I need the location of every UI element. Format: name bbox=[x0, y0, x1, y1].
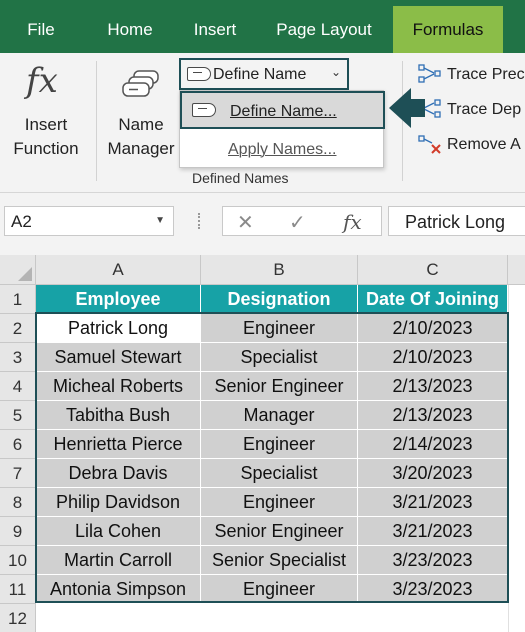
table-cell[interactable]: 3/20/2023 bbox=[358, 459, 508, 488]
table-cell[interactable]: Engineer bbox=[201, 575, 358, 604]
ribbon-tab-bar: File Home Insert Page Layout Formulas bbox=[0, 0, 525, 53]
fx-icon[interactable]: fx bbox=[343, 210, 362, 234]
enter-icon[interactable]: ✓ bbox=[289, 210, 306, 235]
row-header[interactable]: 1 bbox=[0, 285, 36, 314]
define-name-button[interactable]: Define Name ⌄ bbox=[179, 58, 349, 90]
tab-home[interactable]: Home bbox=[96, 0, 164, 53]
formula-bar: A2 ▼ ✕ ✓ fx Patrick Long bbox=[0, 193, 525, 255]
trace-precedents-icon bbox=[418, 64, 441, 83]
table-cell[interactable]: Patrick Long bbox=[36, 314, 201, 343]
remove-arrows-button[interactable]: Remove A bbox=[447, 136, 521, 154]
table-cell[interactable]: Manager bbox=[201, 401, 358, 430]
defined-names-group-label: Defined Names bbox=[192, 170, 289, 186]
tab-file[interactable]: File bbox=[14, 0, 68, 53]
formula-input[interactable]: Patrick Long bbox=[388, 206, 525, 236]
tag-icon bbox=[187, 67, 211, 81]
row-header[interactable]: 5 bbox=[0, 401, 36, 430]
column-header-a[interactable]: A bbox=[36, 255, 201, 285]
table-cell[interactable]: Antonia Simpson bbox=[36, 575, 201, 604]
trace-dependents-button[interactable]: Trace Dep bbox=[447, 101, 521, 119]
select-all-corner[interactable] bbox=[0, 255, 36, 285]
row-header[interactable]: 4 bbox=[0, 372, 36, 401]
table-cell[interactable]: Senior Engineer bbox=[201, 517, 358, 546]
table-cell[interactable]: Senior Engineer bbox=[201, 372, 358, 401]
name-manager-label-2: Manager bbox=[107, 139, 175, 158]
table-cell[interactable]: 2/10/2023 bbox=[358, 314, 508, 343]
formula-buttons: ✕ ✓ fx bbox=[222, 206, 382, 236]
row-header[interactable]: 7 bbox=[0, 459, 36, 488]
menu-item-define-name[interactable]: Define Name... bbox=[180, 91, 385, 129]
chevron-down-icon[interactable]: ▼ bbox=[155, 215, 165, 226]
menu-item-define-name-label: Define Name... bbox=[230, 103, 337, 120]
table-cell[interactable]: Engineer bbox=[201, 430, 358, 459]
gridline bbox=[508, 285, 509, 632]
table-cell[interactable]: 2/10/2023 bbox=[358, 343, 508, 372]
name-box[interactable]: A2 ▼ bbox=[4, 206, 174, 236]
tag-icon bbox=[192, 103, 216, 117]
table-cell[interactable]: Specialist bbox=[201, 343, 358, 372]
insert-function-button[interactable]: fx Insert Function bbox=[0, 53, 92, 163]
row-header[interactable]: 10 bbox=[0, 546, 36, 575]
define-name-dropdown: Define Name... Apply Names... bbox=[179, 90, 385, 168]
formula-content: Patrick Long bbox=[405, 212, 506, 232]
table-cell[interactable]: Engineer bbox=[201, 488, 358, 517]
table-header-cell[interactable]: Designation bbox=[201, 285, 358, 314]
table-cell[interactable]: 3/23/2023 bbox=[358, 546, 508, 575]
row-header[interactable]: 2 bbox=[0, 314, 36, 343]
spreadsheet-grid: A B C 1 Employee Designation Date Of Joinin… bbox=[0, 255, 525, 632]
table-cell[interactable]: Samuel Stewart bbox=[36, 343, 201, 372]
table-cell[interactable]: Specialist bbox=[201, 459, 358, 488]
table-cell[interactable]: 2/13/2023 bbox=[358, 372, 508, 401]
table-cell[interactable]: Senior Specialist bbox=[201, 546, 358, 575]
row-header[interactable]: 6 bbox=[0, 430, 36, 459]
remove-arrows-icon bbox=[418, 135, 441, 154]
row-header[interactable]: 8 bbox=[0, 488, 36, 517]
table-cell[interactable]: Engineer bbox=[201, 314, 358, 343]
table-cell[interactable]: 3/21/2023 bbox=[358, 517, 508, 546]
formula-bar-grip[interactable] bbox=[198, 213, 201, 229]
tab-insert[interactable]: Insert bbox=[184, 0, 246, 53]
table-cell[interactable]: Henrietta Pierce bbox=[36, 430, 201, 459]
column-header-d[interactable] bbox=[508, 255, 525, 285]
chevron-down-icon[interactable]: ⌄ bbox=[331, 65, 341, 79]
tab-formulas[interactable]: Formulas bbox=[393, 6, 503, 53]
table-header-cell[interactable]: Employee bbox=[36, 285, 201, 314]
table-cell[interactable]: 2/13/2023 bbox=[358, 401, 508, 430]
insert-function-label-2: Function bbox=[13, 139, 79, 158]
ribbon-separator bbox=[96, 61, 97, 181]
table-cell[interactable]: 2/14/2023 bbox=[358, 430, 508, 459]
table-header-cell[interactable]: Date Of Joining bbox=[358, 285, 508, 314]
column-header-b[interactable]: B bbox=[201, 255, 358, 285]
tab-page-layout[interactable]: Page Layout bbox=[266, 0, 382, 53]
cancel-icon[interactable]: ✕ bbox=[237, 210, 254, 235]
table-cell[interactable]: Lila Cohen bbox=[36, 517, 201, 546]
trace-precedents-button[interactable]: Trace Prec bbox=[447, 66, 525, 84]
table-cell[interactable]: 3/23/2023 bbox=[358, 575, 508, 604]
name-manager-label-1: Name bbox=[118, 115, 164, 134]
row-header[interactable]: 11 bbox=[0, 575, 36, 604]
table-cell[interactable]: Tabitha Bush bbox=[36, 401, 201, 430]
table-cell[interactable]: Debra Davis bbox=[36, 459, 201, 488]
table-cell[interactable]: Martin Carroll bbox=[36, 546, 201, 575]
define-name-button-label: Define Name bbox=[213, 66, 307, 83]
row-header[interactable]: 9 bbox=[0, 517, 36, 546]
table-cell[interactable]: 3/21/2023 bbox=[358, 488, 508, 517]
insert-function-label-1: Insert bbox=[24, 115, 68, 134]
menu-item-apply-names-label: Apply Names... bbox=[228, 141, 337, 158]
arrow-left-icon bbox=[389, 88, 425, 128]
table-cell[interactable]: Micheal Roberts bbox=[36, 372, 201, 401]
name-manager-button[interactable]: Name Manager bbox=[100, 53, 182, 163]
name-manager-icon bbox=[122, 70, 159, 97]
column-header-c[interactable]: C bbox=[358, 255, 508, 285]
name-box-value: A2 bbox=[11, 212, 32, 231]
row-header[interactable]: 3 bbox=[0, 343, 36, 372]
row-header[interactable]: 12 bbox=[0, 604, 36, 632]
fx-icon: fx bbox=[26, 61, 58, 101]
table-cell[interactable]: Philip Davidson bbox=[36, 488, 201, 517]
